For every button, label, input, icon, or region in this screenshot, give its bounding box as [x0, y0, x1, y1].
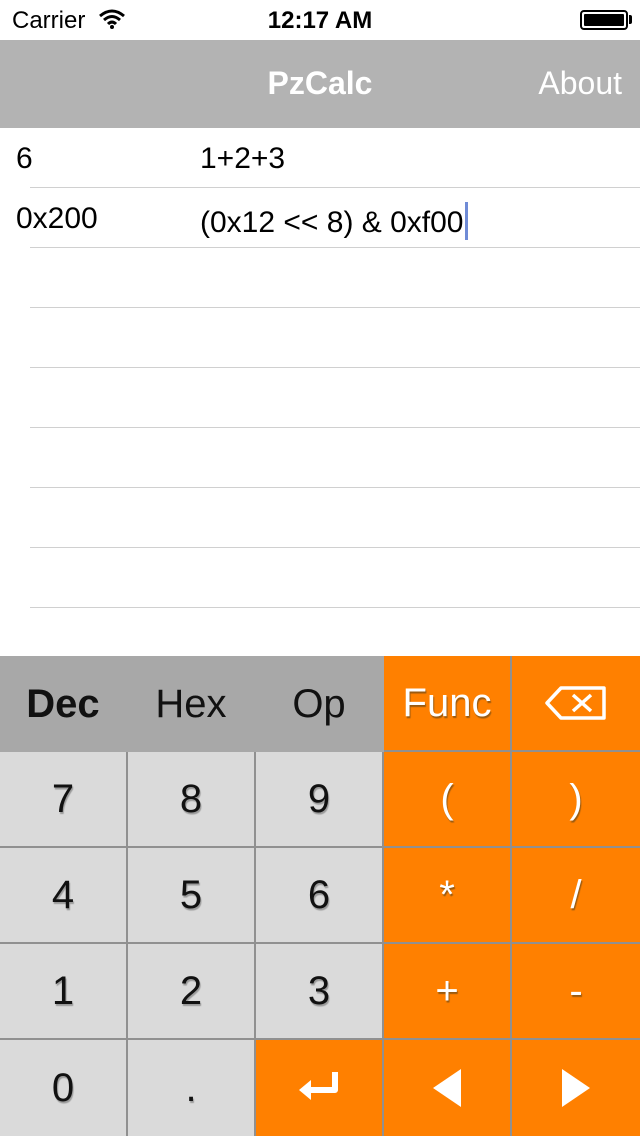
decimal-point-key[interactable]: . [128, 1040, 254, 1136]
backspace-icon [545, 685, 607, 721]
history-row[interactable]: 6 1+2+3 [0, 128, 640, 188]
plus-key[interactable]: + [384, 944, 510, 1038]
empty-row [0, 548, 640, 608]
row-divider [30, 607, 640, 608]
divide-key[interactable]: / [512, 848, 640, 942]
history-expression: 1+2+3 [200, 142, 286, 175]
minus-key[interactable]: - [512, 944, 640, 1038]
empty-row [0, 248, 640, 308]
about-button[interactable]: About [538, 65, 622, 102]
enter-button[interactable] [256, 1040, 382, 1136]
func-button[interactable]: Func [384, 656, 510, 750]
digit-6-key[interactable]: 6 [256, 848, 382, 942]
digit-9-key[interactable]: 9 [256, 752, 382, 846]
navigation-bar: PzCalc About [0, 40, 640, 128]
mode-op-button[interactable]: Op [256, 656, 382, 752]
empty-row [0, 488, 640, 548]
history-list: 6 1+2+3 0x200 (0x12 << 8) & 0xf00 [0, 128, 640, 656]
expression-text: (0x12 << 8) & 0xf00 [200, 206, 464, 239]
digit-2-key[interactable]: 2 [128, 944, 254, 1038]
mode-dec-button[interactable]: Dec [0, 656, 126, 752]
digit-3-key[interactable]: 3 [256, 944, 382, 1038]
empty-row [0, 368, 640, 428]
history-row-editing[interactable]: 0x200 (0x12 << 8) & 0xf00 [0, 188, 640, 248]
empty-row [0, 428, 640, 488]
keypad: Dec Hex Op Func 7 8 9 ( ) 4 5 6 * / 1 2 … [0, 656, 640, 1136]
status-time: 12:17 AM [267, 7, 373, 34]
digit-4-key[interactable]: 4 [0, 848, 126, 942]
cursor-left-button[interactable] [384, 1040, 510, 1136]
battery-icon [580, 10, 628, 30]
mode-hex-button[interactable]: Hex [128, 656, 254, 752]
arrow-right-icon [560, 1067, 592, 1109]
open-paren-key[interactable]: ( [384, 752, 510, 846]
digit-1-key[interactable]: 1 [0, 944, 126, 1038]
digit-5-key[interactable]: 5 [128, 848, 254, 942]
digit-7-key[interactable]: 7 [0, 752, 126, 846]
battery-tip [629, 15, 632, 24]
multiply-key[interactable]: * [384, 848, 510, 942]
status-bar: Carrier 12:17 AM [0, 0, 640, 40]
empty-row [0, 308, 640, 368]
expression-input[interactable]: (0x12 << 8) & 0xf00 [200, 202, 468, 240]
digit-8-key[interactable]: 8 [128, 752, 254, 846]
digit-0-key[interactable]: 0 [0, 1040, 126, 1136]
enter-icon [293, 1068, 345, 1108]
text-cursor [464, 202, 468, 240]
mode-bar: Dec Hex Op [0, 656, 384, 752]
close-paren-key[interactable]: ) [512, 752, 640, 846]
history-result: 6 [16, 142, 33, 175]
cursor-right-button[interactable] [512, 1040, 640, 1136]
backspace-button[interactable] [512, 656, 640, 750]
arrow-left-icon [431, 1067, 463, 1109]
history-result: 0x200 [16, 202, 98, 235]
